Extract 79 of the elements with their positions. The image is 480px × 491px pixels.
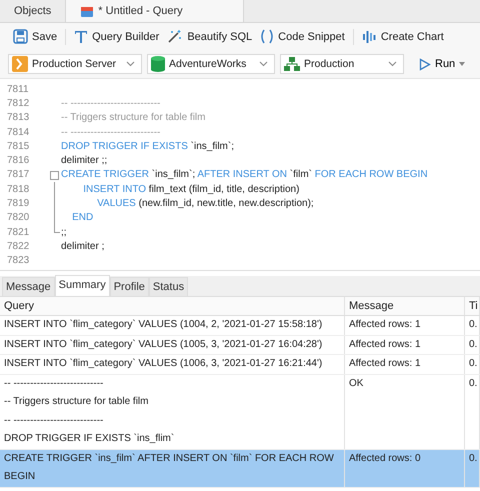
line-number: 7813 xyxy=(6,112,30,124)
table-cell-text: Affected rows: 1 xyxy=(349,338,422,352)
table-cell-text: 0. xyxy=(469,357,478,371)
table-row[interactable]: INSERT INTO `flim_category` VALUES (1005, 3, '2021-01-27 16:04:28') Affected rows: 1 0. xyxy=(0,336,480,355)
connection-dropdown[interactable]: Production xyxy=(280,54,404,74)
fold-toggle-icon xyxy=(50,170,59,180)
toolbar-button[interactable]: Create Chart xyxy=(358,27,447,46)
result-tab[interactable]: Summary xyxy=(54,275,110,296)
table-cell-text: INSERT INTO `flim_category` VALUES (1006, 3, '2021-01-27 16:21:44') xyxy=(4,357,324,371)
line-number: 7818 xyxy=(6,184,30,195)
parentheses-icon xyxy=(260,29,274,44)
table-cell-text: DROP TRIGGER IF EXISTS `ins_flim` xyxy=(4,432,176,446)
editor-tab[interactable]: * Untitled - Query xyxy=(65,0,244,22)
chevron-down-icon xyxy=(259,61,268,67)
code-line: delimiter ;; xyxy=(61,155,108,166)
chevron-down-icon xyxy=(388,61,397,67)
column-header[interactable]: Query xyxy=(0,297,345,315)
save-icon xyxy=(13,29,28,44)
code-line: INSERT INTO film_text (film_id, title, description) xyxy=(82,184,300,195)
line-number: 7816 xyxy=(6,155,30,166)
database-icon xyxy=(151,56,165,72)
code-line: CREATE TRIGGER `ins_film`; AFTER INSERT ON `film` FOR EACH ROW BEGIN xyxy=(61,169,428,180)
code-line: -- --------------------------- xyxy=(61,98,160,109)
table-row[interactable]: INSERT INTO `flim_category` VALUES (1006, 3, '2021-01-27 16:21:44') Affected rows: 1 0. xyxy=(0,355,480,374)
run-button[interactable]: Run xyxy=(415,56,470,72)
result-tab[interactable]: Profile xyxy=(110,277,149,296)
table-row[interactable]: INSERT INTO `flim_category` VALUES (1004, 2, '2021-01-27 15:58:18') Affected rows: 1 0. xyxy=(0,316,480,336)
code-line: -- Triggers structure for table film xyxy=(61,112,206,124)
code-line: -- --------------------------- xyxy=(61,126,160,138)
column-header[interactable]: Message xyxy=(345,297,465,315)
server-icon xyxy=(12,56,28,72)
line-number: 7812 xyxy=(6,98,30,109)
table-cell-text: -- Triggers structure for table film xyxy=(4,395,150,409)
query-icon xyxy=(80,4,94,18)
code-line: DROP TRIGGER IF EXISTS `ins_film`; xyxy=(61,140,234,152)
chart-icon xyxy=(362,29,377,44)
table-cell-text: CREATE TRIGGER `ins_film` AFTER INSERT ON `film` FOR EACH ROW xyxy=(4,452,335,466)
connection-dropdown[interactable]: Production Server xyxy=(8,54,142,74)
chevron-down-icon xyxy=(126,61,135,67)
result-tab[interactable]: Message xyxy=(2,277,55,296)
table-cell-text: 0. xyxy=(469,452,478,466)
line-number: 7811 xyxy=(6,84,30,95)
table-cell-text: INSERT INTO `flim_category` VALUES (1005, 3, '2021-01-27 16:04:28') xyxy=(4,338,324,352)
line-number: 7815 xyxy=(6,140,30,152)
line-number: 7817 xyxy=(6,169,30,180)
table-cell-text: 0. xyxy=(469,338,478,352)
line-number: 7820 xyxy=(6,212,30,224)
table-cell-text: 0. xyxy=(469,376,478,390)
line-number: 7823 xyxy=(6,255,30,266)
table-cell-text: BEGIN xyxy=(4,470,36,484)
wand-icon xyxy=(167,29,184,44)
column-header[interactable]: Ti xyxy=(465,297,480,315)
toolbar-button[interactable]: Save xyxy=(10,27,60,46)
table-cell-text: 0. xyxy=(469,318,478,332)
table-cell-text: Affected rows: 1 xyxy=(349,357,422,371)
play-icon xyxy=(419,58,431,70)
code-line: delimiter ; xyxy=(61,240,104,252)
result-tab[interactable]: Status xyxy=(148,277,188,296)
table-cell-text: Affected rows: 1 xyxy=(349,318,422,332)
toolbar-button[interactable]: Beautify SQL xyxy=(164,27,256,46)
code-line: VALUES (new.film_id, new.title, new.description); xyxy=(96,198,314,210)
line-number: 7819 xyxy=(6,198,30,210)
table-cell-text: -- --------------------------- xyxy=(4,376,104,390)
table-cell-text: INSERT INTO `flim_category` VALUES (1004, 2, '2021-01-27 15:58:18') xyxy=(4,318,324,332)
code-line: ;; xyxy=(61,226,67,238)
line-number: 7822 xyxy=(6,240,30,252)
connection-dropdown[interactable]: AdventureWorks xyxy=(147,54,275,74)
table-cell-text: Affected rows: 0 xyxy=(349,452,422,466)
code-line: END xyxy=(71,212,94,224)
caret-icon xyxy=(459,62,466,66)
toolbar-button[interactable]: Code Snippet xyxy=(257,27,348,46)
line-number: 7821 xyxy=(6,226,30,238)
schema-icon xyxy=(284,57,300,71)
editor-tab[interactable]: Objects xyxy=(0,0,66,22)
table-cell-text: OK xyxy=(349,376,364,390)
line-number: 7814 xyxy=(6,126,30,138)
toolbar-button[interactable]: Query Builder xyxy=(71,27,162,46)
table-cell-text: -- --------------------------- xyxy=(4,414,104,428)
table-row[interactable]: CREATE TRIGGER `ins_film` AFTER INSERT ON `film` FOR EACH ROW BEGIN Affected rows: 0 0. xyxy=(0,450,480,488)
